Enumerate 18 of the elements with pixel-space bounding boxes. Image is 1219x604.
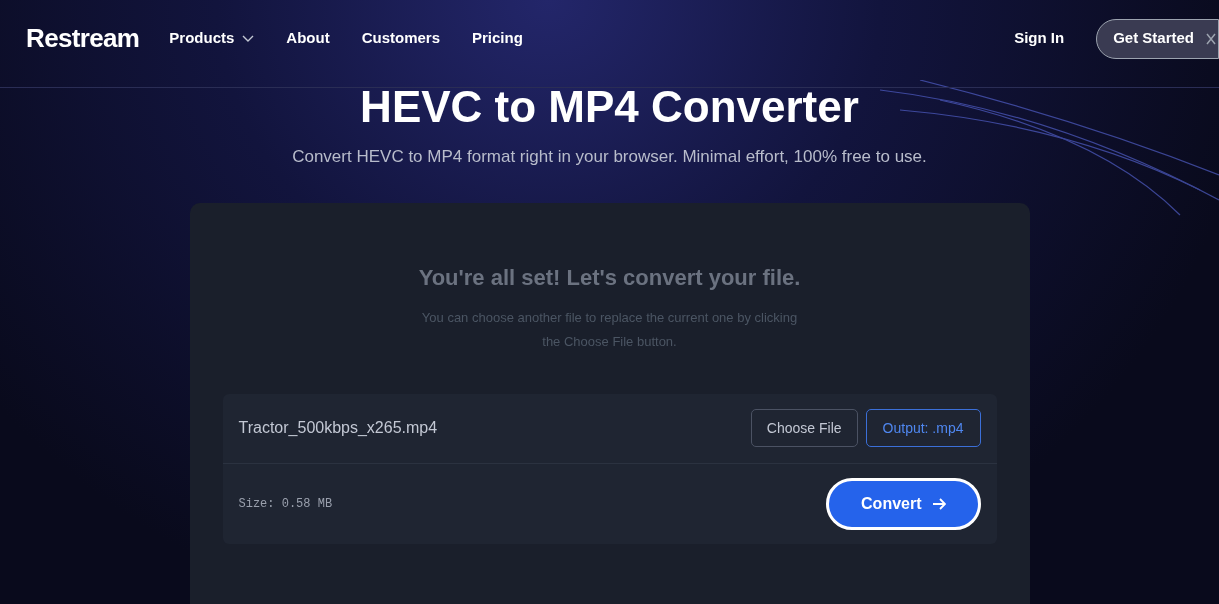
chevron-down-icon	[242, 35, 255, 42]
arrow-right-icon	[931, 497, 946, 510]
sign-in-link[interactable]: Sign In	[1014, 27, 1065, 50]
nav-link[interactable]: Customers	[361, 27, 440, 50]
logo[interactable]: Restream	[26, 19, 140, 58]
file-name: Tractor_500kbps_x265.mp4	[238, 418, 438, 438]
nav-link[interactable]: About	[286, 27, 330, 50]
choose-file-button[interactable]: Choose File	[750, 409, 858, 447]
file-size: Size: 0.58 MB	[238, 495, 333, 513]
page-title: HEVC to MP4 Converter	[359, 81, 860, 133]
get-started-button[interactable]: Get Started	[1096, 18, 1219, 59]
close-icon	[1206, 32, 1216, 45]
output-format-button[interactable]: Output: .mp4	[865, 409, 981, 447]
nav-link[interactable]: Pricing	[472, 27, 523, 50]
card-heading: You're all set! Let's convert your file.	[417, 263, 802, 292]
nav-link[interactable]: Products	[169, 27, 255, 50]
convert-button[interactable]: Convert	[826, 477, 981, 530]
page-subtitle: Convert HEVC to MP4 format right in your browser. Minimal effort, 100% free to use.	[291, 146, 928, 168]
